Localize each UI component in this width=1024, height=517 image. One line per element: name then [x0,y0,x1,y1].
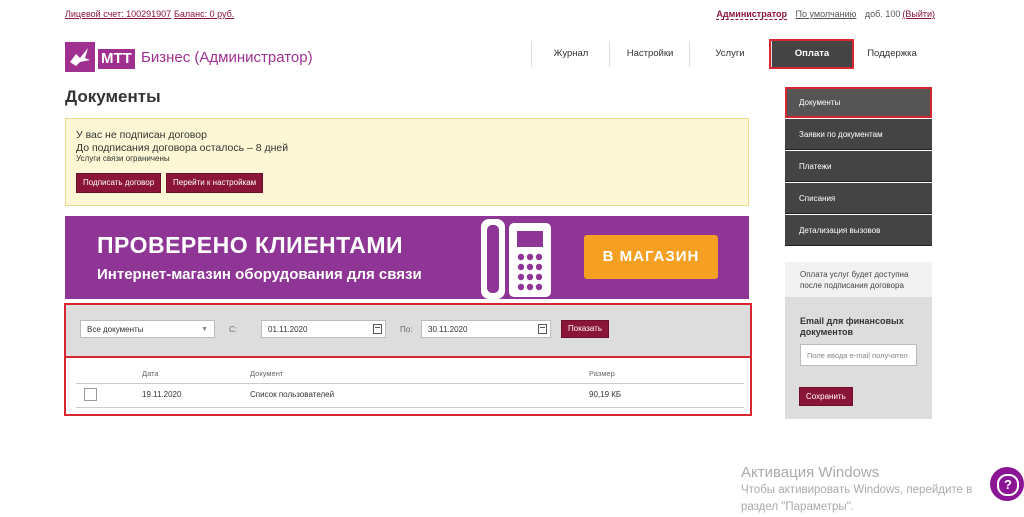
promo-banner[interactable]: ПРОВЕРЕНО КЛИЕНТАМИ Интернет-магазин обо… [65,216,749,299]
calendar-icon[interactable] [538,324,547,334]
windows-activation-line-2: раздел "Параметры". [741,501,854,513]
to-label: По: [400,325,413,334]
calendar-icon[interactable] [373,324,382,334]
row-date: 19.11.2020 [142,390,182,399]
nav-settings[interactable]: Настройки [609,41,690,67]
documents-table: Дата Документ Размер 19.11.2020 Список п… [64,356,752,416]
row-size: 90,19 КБ [589,390,622,399]
logo-mtt: МТТ [98,49,135,69]
row-checkbox[interactable] [84,388,97,401]
nav-journal[interactable]: Журнал [531,41,610,67]
nav-payment[interactable]: Оплата [769,39,854,69]
windows-activation-title: Активация Windows [741,464,880,481]
contract-alert: У вас не подписан договор До подписания … [65,118,749,206]
header-divider [76,383,744,384]
alert-line-2: До подписания договора осталось – 8 дней [76,142,289,154]
documents-filter: Все документы ▼ С: 01.11.2020 По: 30.11.… [64,303,752,358]
windows-activation-line-1: Чтобы активировать Windows, перейдите в [741,484,973,496]
desk-phone-icon [475,219,555,299]
user-info: Администратор По умолчанию доб. 100 (Выйт… [710,9,935,20]
finance-email-panel: Оплата услуг будет доступна после подпис… [785,262,932,419]
default-profile[interactable]: По умолчанию [796,9,857,19]
balance-link[interactable]: Баланс: 0 руб. [174,9,234,19]
column-header-date: Дата [142,369,159,378]
email-heading: Email для финансовых документов [800,316,904,337]
sign-contract-button[interactable]: Подписать договор [76,173,162,193]
row-document[interactable]: Список пользователей [250,390,334,399]
show-button[interactable]: Показать [561,320,610,338]
save-button[interactable]: Сохранить [799,387,853,406]
alert-line-3: Услуги связи ограничены [76,154,170,163]
sidebar-item-charges[interactable]: Списания [785,183,932,214]
nav-services[interactable]: Услуги [689,41,770,67]
nav-support[interactable]: Поддержка [853,41,931,67]
chevron-down-icon: ▼ [201,326,208,333]
banner-subtitle: Интернет-магазин оборудования для связи [97,266,422,283]
row-divider [76,407,744,408]
email-input[interactable]: Поле ввода e-mail получател [800,344,917,366]
to-date-input[interactable]: 30.11.2020 [421,320,551,338]
page-title: Документы [65,87,161,106]
column-header-size: Размер [589,369,615,378]
mtt-bird-icon [65,42,95,72]
account-link[interactable]: Лицевой счет: 100291907 [65,9,171,19]
from-date-value: 01.11.2020 [268,325,308,334]
admin-link[interactable]: Администратор [716,9,787,20]
banner-headline: ПРОВЕРЕНО КЛИЕНТАМИ [97,232,404,258]
logout-link[interactable]: (Выйти) [902,9,935,19]
from-date-input[interactable]: 01.11.2020 [261,320,386,338]
help-button[interactable]: ? [990,467,1024,501]
sidebar-item-document-requests[interactable]: Заявки по документам [785,119,932,150]
doc-type-select[interactable]: Все документы ▼ [80,320,215,338]
shop-button[interactable]: В МАГАЗИН [584,235,718,279]
to-date-value: 30.11.2020 [428,325,468,334]
payment-note: Оплата услуг будет доступна после подпис… [785,262,932,297]
top-bar: Лицевой счет: 100291907 Баланс: 0 руб. А… [65,9,935,23]
go-to-settings-button[interactable]: Перейти к настройкам [166,173,264,193]
question-icon: ? [997,474,1019,496]
extension-label: доб. 100 [864,9,901,19]
sidebar-item-payments[interactable]: Платежи [785,151,932,182]
doc-type-value: Все документы [87,325,144,334]
from-label: С: [229,325,237,334]
sidebar-item-documents[interactable]: Документы [785,87,932,118]
logo-title: Бизнес (Администратор) [141,49,313,66]
alert-line-1: У вас не подписан договор [76,129,207,141]
column-header-document: Документ [250,369,284,378]
sidebar-item-call-details[interactable]: Детализация вызовов [785,215,932,246]
